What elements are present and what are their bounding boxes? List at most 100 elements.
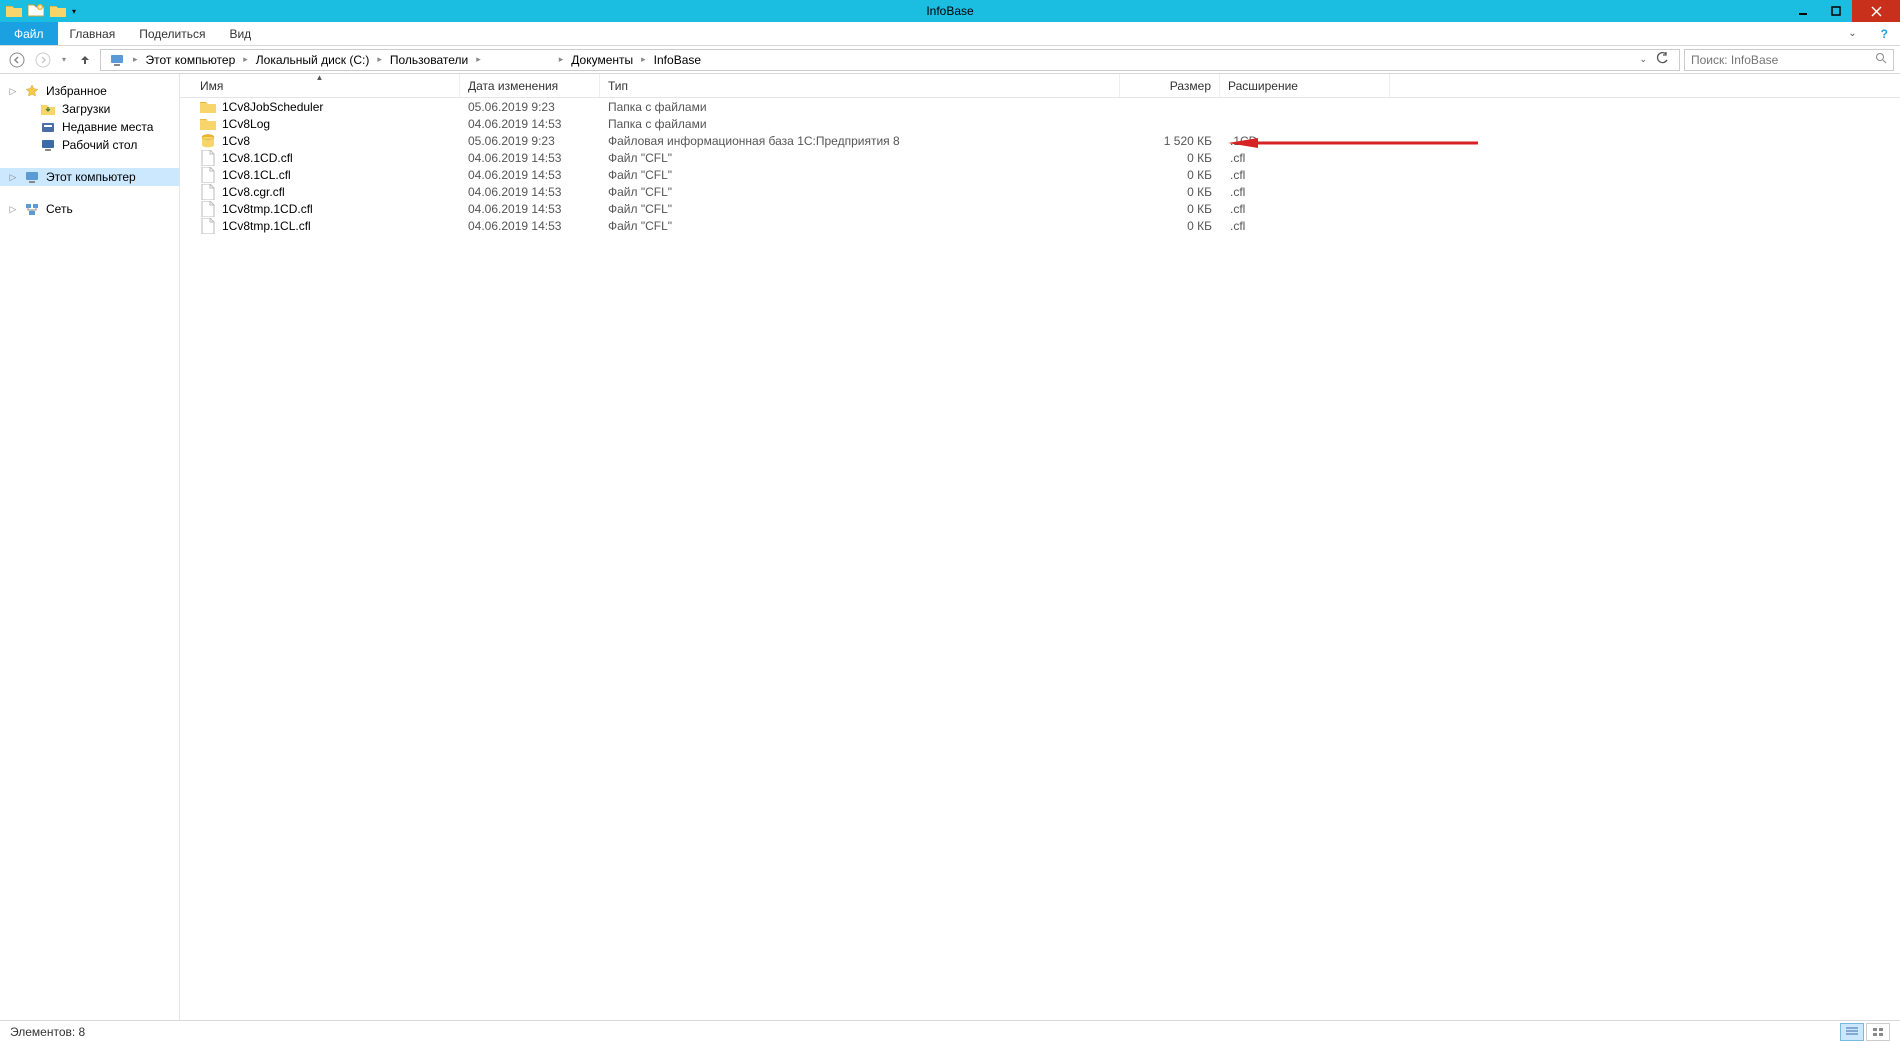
file-icon xyxy=(200,218,216,234)
collapse-icon[interactable]: ▷ xyxy=(8,86,18,97)
close-button[interactable] xyxy=(1852,0,1900,22)
file-type: Файл "CFL" xyxy=(600,202,1120,216)
column-headers: ▲Имя Дата изменения Тип Размер Расширени… xyxy=(180,74,1900,98)
col-label: Расширение xyxy=(1228,79,1298,93)
col-ext[interactable]: Расширение xyxy=(1220,74,1390,97)
crumb-drive[interactable]: Локальный диск (C:) xyxy=(252,50,374,70)
tab-home[interactable]: Главная xyxy=(58,22,128,45)
file-date: 04.06.2019 14:53 xyxy=(460,117,600,131)
file-ext: .cfl xyxy=(1220,168,1390,182)
file-name: 1Cv8tmp.1CL.cfl xyxy=(222,219,311,233)
window-title: InfoBase xyxy=(926,4,973,18)
file-date: 04.06.2019 14:53 xyxy=(460,185,600,199)
maximize-button[interactable] xyxy=(1819,0,1852,22)
star-icon xyxy=(24,83,40,99)
view-details-button[interactable] xyxy=(1840,1023,1864,1041)
file-size: 0 КБ xyxy=(1120,168,1220,182)
file-icon xyxy=(200,167,216,183)
collapse-icon[interactable]: ▷ xyxy=(8,172,18,183)
tab-share[interactable]: Поделиться xyxy=(127,22,217,45)
col-date[interactable]: Дата изменения xyxy=(460,74,600,97)
file-row[interactable]: 1Cv8tmp.1CL.cfl04.06.2019 14:53Файл "CFL… xyxy=(180,217,1900,234)
file-type: Файл "CFL" xyxy=(600,168,1120,182)
pc-icon[interactable] xyxy=(105,50,129,70)
sidebar-network[interactable]: ▷ Сеть xyxy=(0,200,179,218)
file-size: 0 КБ xyxy=(1120,151,1220,165)
file-date: 05.06.2019 9:23 xyxy=(460,100,600,114)
file-row[interactable]: 1Cv8.cgr.cfl04.06.2019 14:53Файл "CFL"0 … xyxy=(180,183,1900,200)
folder-icon[interactable] xyxy=(6,4,22,18)
file-name: 1Cv8JobScheduler xyxy=(222,100,323,114)
chevron-right-icon[interactable]: ▸ xyxy=(131,54,140,65)
file-type: Файл "CFL" xyxy=(600,185,1120,199)
col-name[interactable]: ▲Имя xyxy=(180,74,460,97)
sidebar: ▷ Избранное Загрузки Недавние места Рабо… xyxy=(0,74,180,1020)
sidebar-label: Недавние места xyxy=(62,120,153,134)
navbar: ▾ ▸ Этот компьютер ▸ Локальный диск (C:)… xyxy=(0,46,1900,74)
folder-icon xyxy=(200,116,216,132)
file-pane: ▲Имя Дата изменения Тип Размер Расширени… xyxy=(180,74,1900,1020)
view-icons-button[interactable] xyxy=(1866,1023,1890,1041)
file-date: 04.06.2019 14:53 xyxy=(460,151,600,165)
recent-icon xyxy=(40,119,56,135)
file-row[interactable]: 1Cv8JobScheduler05.06.2019 9:23Папка с ф… xyxy=(180,98,1900,115)
minimize-button[interactable] xyxy=(1786,0,1819,22)
quick-launch: ▾ xyxy=(0,3,76,20)
file-row[interactable]: 1Cv8tmp.1CD.cfl04.06.2019 14:53Файл "CFL… xyxy=(180,200,1900,217)
file-row[interactable]: 1Cv8Log04.06.2019 14:53Папка с файлами xyxy=(180,115,1900,132)
sidebar-label: Рабочий стол xyxy=(62,138,137,152)
crumb-users[interactable]: Пользователи xyxy=(386,50,472,70)
chevron-right-icon[interactable]: ▸ xyxy=(557,54,566,65)
breadcrumb-dropdown-icon[interactable]: ⌄ xyxy=(1639,54,1647,65)
refresh-icon[interactable] xyxy=(1655,51,1669,68)
sidebar-label: Этот компьютер xyxy=(46,170,136,184)
search-input[interactable] xyxy=(1691,53,1887,67)
collapse-icon[interactable]: ▷ xyxy=(8,204,18,215)
search-box[interactable] xyxy=(1684,49,1894,71)
crumb-documents[interactable]: Документы xyxy=(567,50,637,70)
file-icon xyxy=(200,184,216,200)
sidebar-recent[interactable]: Недавние места xyxy=(0,118,179,136)
ribbon-expand-icon[interactable]: ⌄ xyxy=(1836,22,1868,45)
col-label: Имя xyxy=(200,79,223,93)
file-row[interactable]: 1Cv8.1CD.cfl04.06.2019 14:53Файл "CFL"0 … xyxy=(180,149,1900,166)
forward-button[interactable] xyxy=(32,49,54,71)
file-name: 1Cv8.1CL.cfl xyxy=(222,168,291,182)
history-dropdown-icon[interactable]: ▾ xyxy=(58,49,70,71)
chevron-right-icon[interactable]: ▸ xyxy=(474,54,483,65)
new-folder-icon[interactable] xyxy=(28,3,44,20)
sidebar-favorites[interactable]: ▷ Избранное xyxy=(0,82,179,100)
folder-icon xyxy=(200,99,216,115)
file-icon xyxy=(200,201,216,217)
chevron-right-icon[interactable]: ▸ xyxy=(639,54,648,65)
file-type: Файловая информационная база 1С:Предприя… xyxy=(600,134,1120,148)
crumb-user[interactable] xyxy=(485,50,555,70)
sidebar-downloads[interactable]: Загрузки xyxy=(0,100,179,118)
file-date: 05.06.2019 9:23 xyxy=(460,134,600,148)
tab-view[interactable]: Вид xyxy=(217,22,263,45)
file-ext: .cfl xyxy=(1220,219,1390,233)
sidebar-label: Загрузки xyxy=(62,102,110,116)
help-icon[interactable]: ? xyxy=(1869,22,1900,45)
up-button[interactable] xyxy=(74,49,96,71)
chevron-right-icon[interactable]: ▸ xyxy=(241,54,250,65)
col-type[interactable]: Тип xyxy=(600,74,1120,97)
file-row[interactable]: 1Cv8.1CL.cfl04.06.2019 14:53Файл "CFL"0 … xyxy=(180,166,1900,183)
back-button[interactable] xyxy=(6,49,28,71)
computer-icon xyxy=(24,169,40,185)
chevron-right-icon[interactable]: ▸ xyxy=(375,54,384,65)
sidebar-desktop[interactable]: Рабочий стол xyxy=(0,136,179,154)
file-row[interactable]: 1Cv805.06.2019 9:23Файловая информационн… xyxy=(180,132,1900,149)
tab-file[interactable]: Файл xyxy=(0,22,58,45)
crumb-infobase[interactable]: InfoBase xyxy=(650,50,705,70)
qat-dropdown-icon[interactable]: ▾ xyxy=(72,7,76,16)
folder-open-icon[interactable] xyxy=(50,4,66,18)
statusbar: Элементов: 8 xyxy=(0,1020,1900,1042)
col-label: Размер xyxy=(1170,79,1211,93)
col-size[interactable]: Размер xyxy=(1120,74,1220,97)
file-ext: .1CD xyxy=(1220,134,1390,148)
file-type: Папка с файлами xyxy=(600,117,1120,131)
sidebar-thispc[interactable]: ▷ Этот компьютер xyxy=(0,168,179,186)
crumb-thispc[interactable]: Этот компьютер xyxy=(142,50,240,70)
breadcrumb[interactable]: ▸ Этот компьютер ▸ Локальный диск (C:) ▸… xyxy=(100,49,1680,71)
